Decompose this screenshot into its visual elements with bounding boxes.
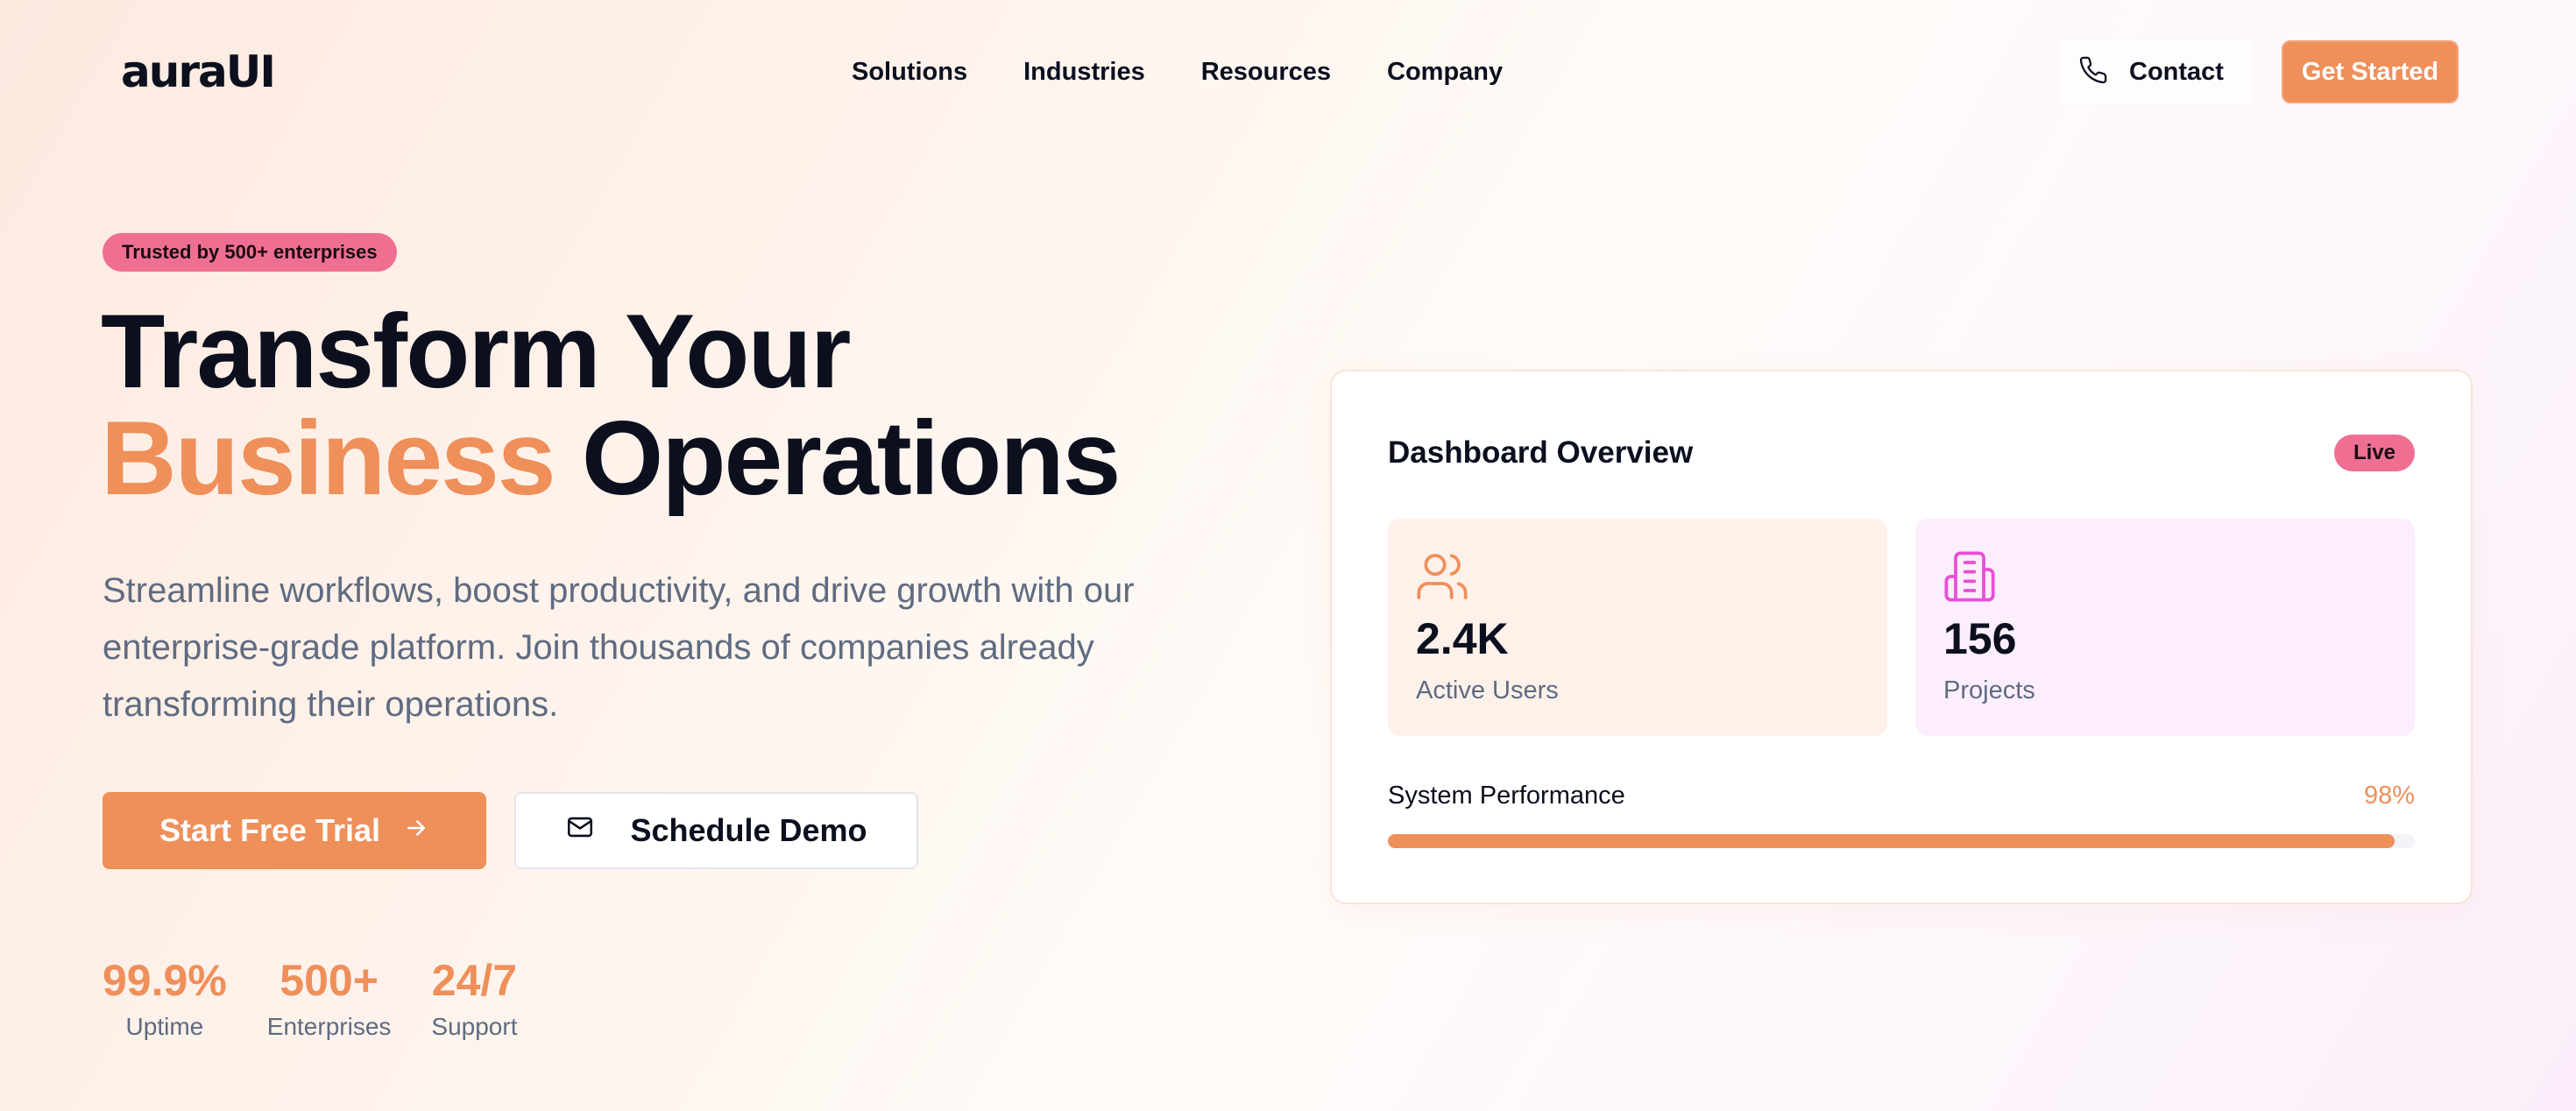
- stats-row: 99.9% Uptime 500+ Enterprises 24/7 Suppo…: [103, 953, 517, 1044]
- start-free-trial-label: Start Free Trial: [159, 812, 381, 848]
- get-started-button[interactable]: Get Started: [2282, 40, 2459, 103]
- nav-company[interactable]: Company: [1387, 51, 1503, 93]
- nav-industries[interactable]: Industries: [1023, 51, 1145, 93]
- users-icon: [1414, 548, 1470, 609]
- dashboard-title: Dashboard Overview: [1388, 435, 1694, 470]
- live-status-badge: Live: [2333, 435, 2415, 471]
- schedule-demo-button[interactable]: Schedule Demo: [514, 792, 918, 869]
- top-navigation: auraUI Solutions Industries Resources Co…: [0, 0, 2576, 144]
- contact-button[interactable]: Contact: [2059, 40, 2254, 103]
- stat-value: 500+: [280, 956, 379, 1005]
- main-nav: Solutions Industries Resources Company: [852, 51, 1503, 93]
- metric-value: 156: [1943, 614, 2017, 663]
- stat-label: Uptime: [125, 1013, 204, 1040]
- arrow-right-icon: [403, 812, 429, 849]
- landing-page: auraUI Solutions Industries Resources Co…: [0, 0, 2576, 1111]
- metric-value: 2.4K: [1416, 614, 1509, 663]
- metric-label: Projects: [1943, 676, 2035, 704]
- performance-progress-fill: [1388, 834, 2395, 848]
- contact-label: Contact: [2129, 57, 2224, 86]
- stat-uptime: 99.9% Uptime: [103, 953, 227, 1044]
- performance-value: 98%: [2363, 782, 2415, 810]
- nav-resources[interactable]: Resources: [1201, 51, 1331, 93]
- metric-label: Active Users: [1416, 676, 1559, 704]
- hero-title-accent: Business: [101, 400, 556, 517]
- stat-value: 99.9%: [103, 956, 227, 1005]
- nav-solutions[interactable]: Solutions: [852, 51, 967, 93]
- stat-support: 24/7 Support: [431, 953, 517, 1044]
- schedule-demo-label: Schedule Demo: [630, 812, 867, 848]
- building-icon: [1942, 548, 1998, 609]
- trust-badge: Trusted by 500+ enterprises: [103, 233, 397, 272]
- dashboard-overview-card: Dashboard Overview Live 2.4K Active User…: [1330, 370, 2473, 904]
- start-free-trial-button[interactable]: Start Free Trial: [103, 792, 486, 869]
- hero-description: Streamline workflows, boost productivity…: [103, 571, 1135, 724]
- stat-value: 24/7: [431, 956, 518, 1005]
- mail-icon: [565, 812, 595, 850]
- stat-label: Support: [431, 1013, 518, 1040]
- stat-enterprises: 500+ Enterprises: [267, 953, 392, 1044]
- hero-title: Transform Your Business Operations: [101, 298, 1121, 512]
- performance-progress-bar: [1388, 834, 2415, 848]
- hero-title-rest: Operations: [581, 400, 1121, 517]
- metric-projects: 156 Projects: [1915, 519, 2415, 736]
- stat-label: Enterprises: [266, 1013, 392, 1040]
- phone-icon: [2078, 55, 2108, 89]
- metric-active-users: 2.4K Active Users: [1388, 519, 1887, 736]
- brand-logo[interactable]: auraUI: [121, 46, 276, 98]
- performance-label: System Performance: [1388, 782, 1625, 810]
- hero-title-line1: Transform Your: [101, 293, 851, 410]
